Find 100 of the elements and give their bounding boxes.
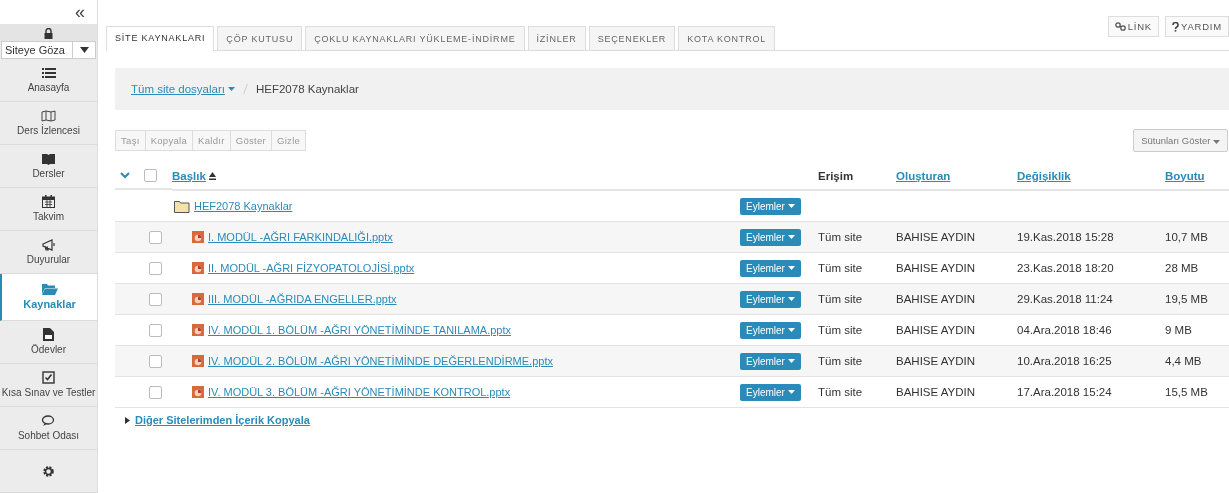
table-cell: BAHISE AYDIN: [896, 262, 976, 274]
chat-icon: [41, 414, 56, 427]
actions-button[interactable]: Eylemler: [740, 352, 801, 370]
caret-icon: [227, 87, 235, 91]
file-icon: [192, 293, 204, 305]
list-icon: [41, 66, 56, 79]
nav-item[interactable]: Kaynaklar: [0, 274, 97, 321]
file-icon: [192, 355, 204, 367]
nav-item[interactable]: Anasayfa: [0, 59, 97, 102]
actions-button[interactable]: Eylemler: [740, 259, 801, 277]
expand-arrow-icon[interactable]: [125, 416, 130, 424]
table-cell: 04.Ara.2018 18:46: [1017, 324, 1112, 336]
column-header[interactable]: Oluşturan: [896, 169, 951, 182]
folder-icon: [174, 199, 190, 213]
sort-icon[interactable]: [209, 171, 217, 180]
site-select[interactable]: Siteye Göza: [1, 41, 96, 59]
columns-button[interactable]: Sütunları Göster: [1133, 128, 1228, 152]
actions-button[interactable]: Eylemler: [740, 290, 801, 308]
table-cell: Tüm site: [818, 293, 863, 305]
chevron-icon[interactable]: [120, 171, 130, 179]
table-cell: 17.Ara.2018 15:24: [1017, 386, 1112, 398]
table-cell: BAHISE AYDIN: [896, 386, 976, 398]
table-cell: Tüm site: [818, 324, 863, 336]
table-cell: BAHISE AYDIN: [896, 293, 976, 305]
link-button[interactable]: LİNK: [1107, 16, 1159, 37]
table-cell: BAHISE AYDIN: [896, 231, 976, 243]
column-header: Erişim: [818, 169, 854, 182]
file-link[interactable]: IV. MODÜL 3. BÖLÜM -AĞRI YÖNETİMİNDE KONTROL.pptx: [208, 386, 511, 398]
nav-item[interactable]: Kısa Sınav ve Testler: [0, 364, 97, 407]
nav-item[interactable]: Ders İzlencesi: [0, 102, 97, 145]
tab[interactable]: ÇOKLU KAYNAKLARI YÜKLEME-İNDİRME: [305, 26, 525, 50]
checkbox[interactable]: [149, 230, 162, 244]
table-cell: 9 MB: [1165, 324, 1192, 336]
checkbox-icon: [42, 371, 55, 385]
actions-button[interactable]: Eylemler: [740, 197, 801, 215]
folder-icon: [41, 283, 58, 296]
file-icon: [192, 324, 204, 336]
checkbox[interactable]: [149, 323, 162, 337]
table-cell: BAHISE AYDIN: [896, 355, 976, 367]
checkbox[interactable]: [144, 168, 157, 182]
table-cell: Tüm site: [818, 355, 863, 367]
nav-item[interactable]: Takvim: [0, 188, 97, 231]
nav-item[interactable]: Dersler: [0, 145, 97, 188]
checkbox[interactable]: [149, 354, 162, 368]
column-header[interactable]: Boyutu: [1165, 169, 1205, 182]
table-cell: 4,4 MB: [1165, 355, 1202, 367]
caret-icon: [787, 235, 795, 239]
breadcrumb-link[interactable]: Tüm site dosyaları: [131, 83, 235, 95]
checkbox[interactable]: [149, 385, 162, 399]
checkbox[interactable]: [149, 292, 162, 306]
table-cell: 15,5 MB: [1165, 386, 1208, 398]
calendar-icon: [42, 195, 55, 209]
help-button[interactable]: YARDIM: [1164, 16, 1229, 37]
table-cell: Tüm site: [818, 262, 863, 274]
nav-item[interactable]: Ödevler: [0, 321, 97, 364]
lock-icon: [44, 28, 53, 39]
settings-icon: [42, 464, 55, 478]
column-header[interactable]: Değişiklik: [1017, 169, 1071, 182]
checkbox[interactable]: [149, 261, 162, 275]
document-icon: [43, 328, 54, 342]
column-header[interactable]: Başlık: [172, 169, 206, 182]
tab[interactable]: SEÇENEKLER: [588, 26, 676, 50]
tab[interactable]: SİTE KAYNAKLARI: [106, 26, 215, 51]
actions-button[interactable]: Eylemler: [740, 383, 801, 401]
caret-icon: [79, 47, 89, 53]
breadcrumb-current: HEF2078 Kaynaklar: [255, 83, 359, 95]
caret-icon: [1213, 139, 1220, 144]
table-cell: 19.Kas.2018 15:28: [1017, 231, 1114, 243]
caret-icon: [787, 266, 795, 270]
table-cell: 10,7 MB: [1165, 231, 1208, 243]
book-icon: [41, 152, 56, 165]
collapse-button[interactable]: «: [75, 3, 85, 21]
caret-icon: [787, 204, 795, 208]
table-cell: 23.Kas.2018 18:20: [1017, 262, 1114, 274]
caret-icon: [787, 390, 795, 394]
help-icon: [1171, 21, 1179, 32]
table-cell: 10.Ara.2018 16:25: [1017, 355, 1112, 367]
file-link[interactable]: IV. MODÜL 1. BÖLÜM -AĞRI YÖNETİMİNDE TANILAMA.pptx: [208, 324, 511, 336]
tab[interactable]: ÇÖP KUTUSU: [217, 26, 303, 50]
table-cell: 29.Kas.2018 11:24: [1017, 293, 1113, 305]
copy-content-link[interactable]: Diğer Sitelerimden İçerik Kopyala: [135, 414, 310, 426]
link-icon: [1114, 22, 1126, 31]
file-link[interactable]: III. MODÜL -AĞRIDA ENGELLER.pptx: [208, 293, 397, 305]
nav-item[interactable]: Sohbet Odası: [0, 407, 97, 450]
table-cell: Tüm site: [818, 386, 863, 398]
file-icon: [192, 386, 204, 398]
file-link[interactable]: II. MODÜL -AĞRI FİZYOPATOLOJİSİ.pptx: [208, 262, 415, 274]
file-link[interactable]: I. MODÜL -AĞRI FARKINDALIĞI.pptx: [208, 231, 393, 243]
actions-button[interactable]: Eylemler: [740, 228, 801, 246]
file-link[interactable]: HEF2078 Kaynaklar: [194, 200, 293, 212]
file-icon: [192, 231, 204, 243]
tab[interactable]: İZİNLER: [527, 26, 586, 50]
tab[interactable]: KOTA KONTROL: [678, 26, 776, 50]
caret-icon: [787, 359, 795, 363]
table-cell: BAHISE AYDIN: [896, 324, 976, 336]
file-icon: [192, 262, 204, 274]
caret-icon: [787, 297, 795, 301]
actions-button[interactable]: Eylemler: [740, 321, 801, 339]
table-cell: Tüm site: [818, 231, 863, 243]
caret-icon: [787, 328, 795, 332]
